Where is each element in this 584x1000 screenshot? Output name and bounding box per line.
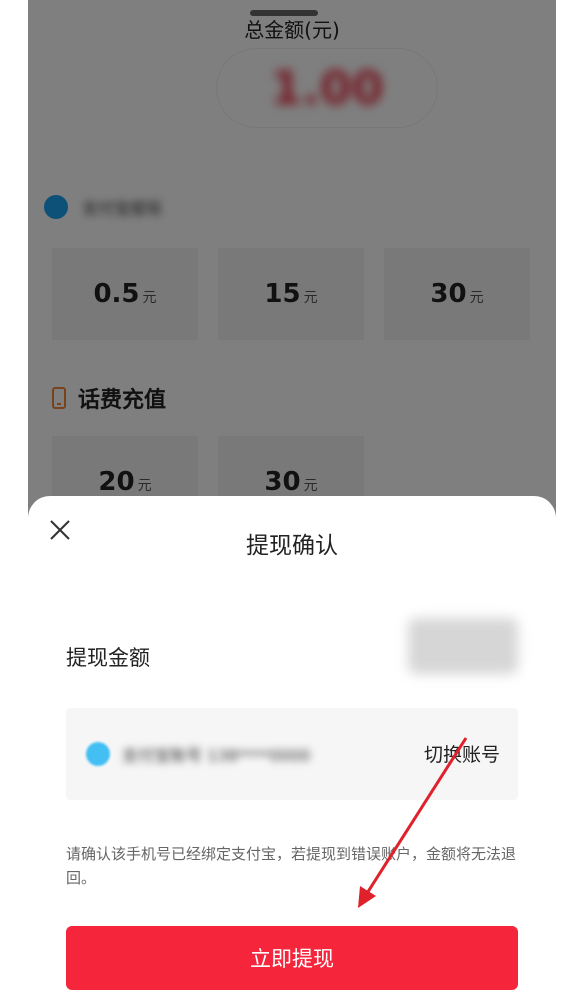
withdraw-now-button[interactable]: 立即提现 bbox=[66, 926, 518, 990]
account-name: 支付宝账号 138****0000 bbox=[122, 746, 311, 765]
account-card: 支付宝账号 138****0000 切换账号 bbox=[66, 708, 518, 800]
alipay-icon bbox=[86, 742, 110, 766]
switch-account-button[interactable]: 切换账号 bbox=[424, 740, 500, 767]
dialog-title: 提现确认 bbox=[246, 533, 338, 559]
top-dark-bar bbox=[250, 10, 318, 16]
withdraw-amount-value-blurred bbox=[408, 618, 518, 674]
withdraw-amount-label: 提现金额 bbox=[66, 646, 150, 670]
app-screen: 总金额(元) 1.00 支付宝提现 0.5 元 15 元 30 元 话费充值 2… bbox=[28, 0, 556, 1000]
withdraw-confirm-sheet: 提现确认 提现金额 支付宝账号 138****0000 切换账号 请确认该手机号… bbox=[28, 496, 556, 1000]
withdraw-notice: 请确认该手机号已经绑定支付宝，若提现到错误账户，金额将无法退回。 bbox=[66, 845, 517, 887]
